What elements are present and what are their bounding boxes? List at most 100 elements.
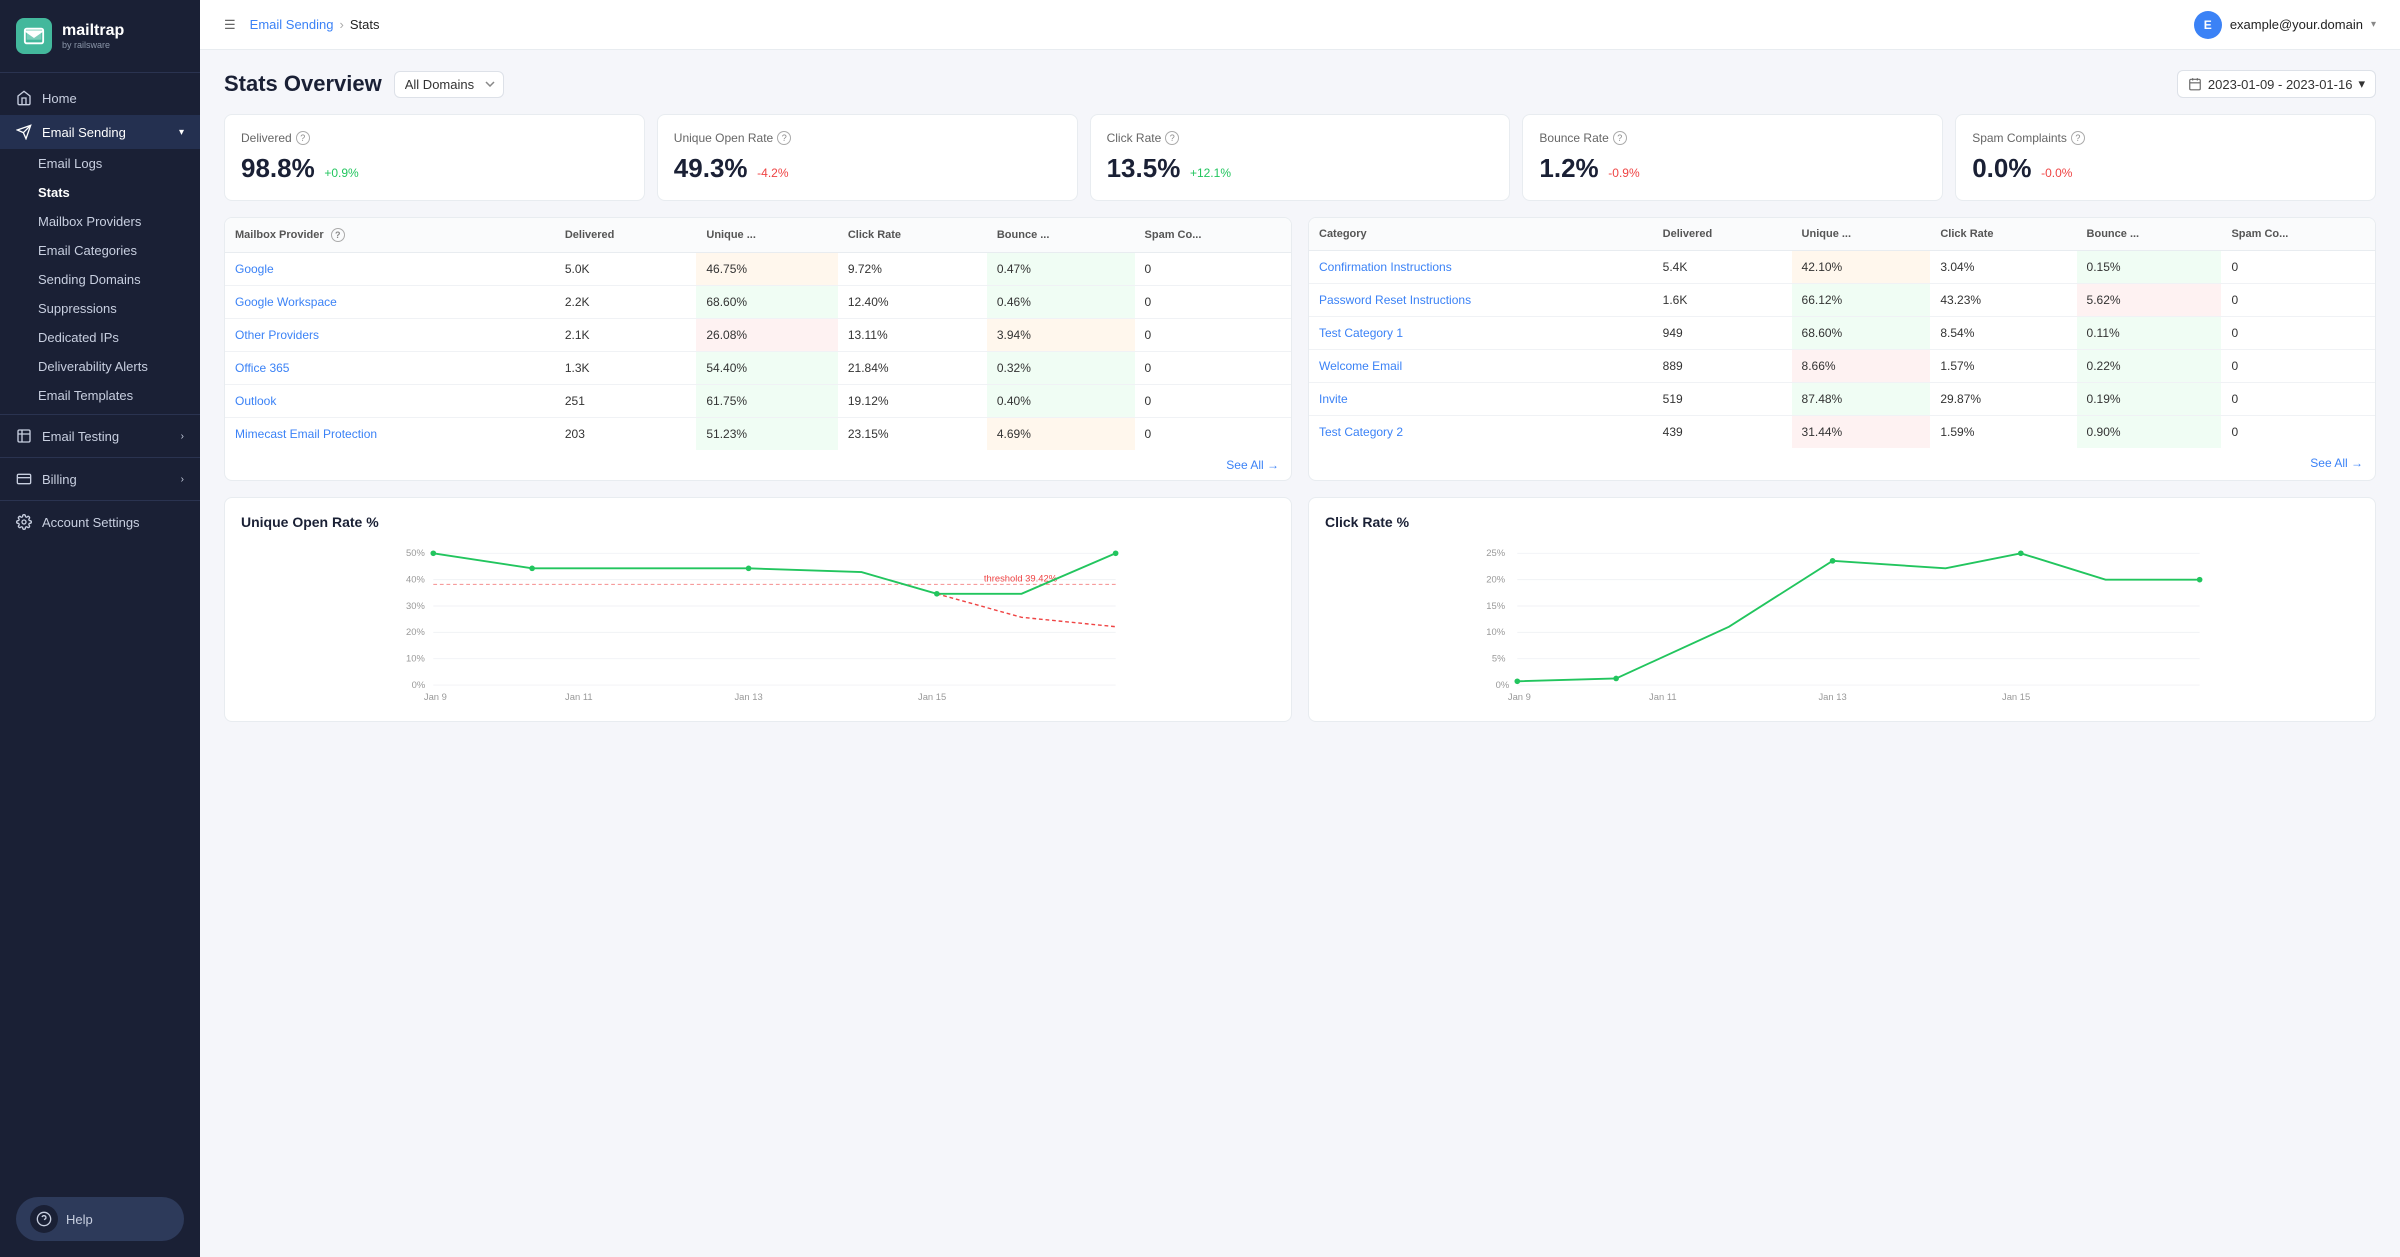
mailbox-unique-cell: 26.08% (696, 319, 837, 352)
table-row: Google Workspace 2.2K 68.60% 12.40% 0.46… (225, 286, 1291, 319)
mailbox-click-cell: 12.40% (838, 286, 987, 319)
cat-bounce-cell: 0.22% (2077, 350, 2222, 383)
hamburger-icon[interactable]: ☰ (224, 17, 236, 33)
click-rate-chart-title: Click Rate % (1325, 514, 2359, 530)
table-row: Test Category 1 949 68.60% 8.54% 0.11% 0 (1309, 317, 2375, 350)
mailbox-unique-cell: 54.40% (696, 352, 837, 385)
sidebar-sub-email-logs[interactable]: Email Logs (0, 149, 200, 178)
chart-dot (1613, 676, 1619, 682)
topbar: ☰ Email Sending › Stats E example@your.d… (200, 0, 2400, 50)
mailbox-provider-table-card: Mailbox Provider ? Delivered Unique ... … (224, 217, 1292, 481)
info-icon-open-rate[interactable]: ? (777, 131, 791, 145)
svg-text:10%: 10% (406, 653, 425, 664)
info-icon-bounce-rate[interactable]: ? (1613, 131, 1627, 145)
mailbox-delivered-cell: 1.3K (555, 352, 697, 385)
cat-name-cell[interactable]: Invite (1309, 383, 1653, 416)
see-all-category-link[interactable]: See All → (2310, 456, 2363, 470)
mailbox-name-cell[interactable]: Outlook (225, 385, 555, 418)
open-rate-chart-card: Unique Open Rate % 50% 40% 30% 20% 10% 0… (224, 497, 1292, 722)
sidebar-item-email-sending-label: Email Sending (42, 125, 126, 140)
sidebar-item-account-settings-label: Account Settings (42, 515, 140, 530)
col-mailbox-delivered: Delivered (555, 218, 697, 253)
mailbox-name-cell[interactable]: Other Providers (225, 319, 555, 352)
cat-name-cell[interactable]: Confirmation Instructions (1309, 251, 1653, 284)
chart-dot (1830, 558, 1836, 564)
card-bounce-rate-delta: -0.9% (1608, 166, 1639, 180)
mailbox-unique-cell: 68.60% (696, 286, 837, 319)
cat-delivered-cell: 889 (1653, 350, 1792, 383)
nav-divider-3 (0, 500, 200, 501)
mailbox-click-cell: 19.12% (838, 385, 987, 418)
card-bounce-rate-value: 1.2% (1539, 153, 1598, 183)
cat-name-cell[interactable]: Password Reset Instructions (1309, 284, 1653, 317)
cat-name-cell[interactable]: Test Category 1 (1309, 317, 1653, 350)
cat-spam-cell: 0 (2221, 416, 2375, 449)
table-row: Test Category 2 439 31.44% 1.59% 0.90% 0 (1309, 416, 2375, 449)
sidebar-sub-suppressions[interactable]: Suppressions (0, 294, 200, 323)
sidebar-sub-email-templates[interactable]: Email Templates (0, 381, 200, 410)
col-mailbox-provider: Mailbox Provider ? (225, 218, 555, 253)
see-all-mailbox-link[interactable]: See All → (1226, 458, 1279, 472)
mailbox-bounce-cell: 0.40% (987, 385, 1135, 418)
card-spam-label: Spam Complaints (1972, 131, 2067, 145)
mailbox-click-cell: 13.11% (838, 319, 987, 352)
sidebar-item-home-label: Home (42, 91, 77, 106)
col-cat-bounce: Bounce ... (2077, 218, 2222, 251)
svg-text:30%: 30% (406, 600, 425, 611)
sidebar-sub-mailbox-providers[interactable]: Mailbox Providers (0, 207, 200, 236)
table-row: Outlook 251 61.75% 19.12% 0.40% 0 (225, 385, 1291, 418)
cat-bounce-cell: 5.62% (2077, 284, 2222, 317)
col-mailbox-spam: Spam Co... (1135, 218, 1291, 253)
sidebar-item-home[interactable]: Home (0, 81, 200, 115)
mailbox-click-cell: 23.15% (838, 418, 987, 451)
sidebar-item-email-sending[interactable]: Email Sending ▾ (0, 115, 200, 149)
col-cat-delivered: Delivered (1653, 218, 1792, 251)
chevron-down-icon: ▾ (2371, 19, 2376, 30)
info-icon-click-rate[interactable]: ? (1165, 131, 1179, 145)
card-open-rate-delta: -4.2% (757, 166, 788, 180)
mailbox-click-cell: 21.84% (838, 352, 987, 385)
info-icon-spam[interactable]: ? (2071, 131, 2085, 145)
cat-bounce-cell: 0.19% (2077, 383, 2222, 416)
svg-text:15%: 15% (1486, 600, 1505, 611)
sidebar-sub-stats[interactable]: Stats (0, 178, 200, 207)
charts-row: Unique Open Rate % 50% 40% 30% 20% 10% 0… (224, 497, 2376, 722)
summary-card-click-rate: Click Rate ? 13.5% +12.1% (1090, 114, 1511, 201)
mailbox-name-cell[interactable]: Google Workspace (225, 286, 555, 319)
card-click-rate-label: Click Rate (1107, 131, 1162, 145)
breadcrumb: Email Sending › Stats (250, 17, 380, 32)
mailbox-name-cell[interactable]: Office 365 (225, 352, 555, 385)
category-table: Category Delivered Unique ... Click Rate… (1309, 218, 2375, 448)
help-button[interactable]: Help (16, 1197, 184, 1241)
breadcrumb-parent[interactable]: Email Sending (250, 17, 334, 32)
avatar: E (2194, 11, 2222, 39)
info-icon-mailbox[interactable]: ? (331, 228, 345, 242)
sidebar-sub-deliverability-alerts[interactable]: Deliverability Alerts (0, 352, 200, 381)
svg-text:20%: 20% (406, 626, 425, 637)
card-open-rate-label: Unique Open Rate (674, 131, 773, 145)
cat-name-cell[interactable]: Welcome Email (1309, 350, 1653, 383)
cat-unique-cell: 42.10% (1792, 251, 1931, 284)
mailbox-bounce-cell: 0.32% (987, 352, 1135, 385)
category-table-card: Category Delivered Unique ... Click Rate… (1308, 217, 2376, 481)
see-all-category-row: See All → (1309, 448, 2375, 478)
summary-card-spam: Spam Complaints ? 0.0% -0.0% (1955, 114, 2376, 201)
summary-card-open-rate: Unique Open Rate ? 49.3% -4.2% (657, 114, 1078, 201)
user-area[interactable]: E example@your.domain ▾ (2194, 11, 2376, 39)
sidebar-sub-email-categories[interactable]: Email Categories (0, 236, 200, 265)
cat-spam-cell: 0 (2221, 251, 2375, 284)
sidebar-sub-dedicated-ips[interactable]: Dedicated IPs (0, 323, 200, 352)
mailbox-name-cell[interactable]: Mimecast Email Protection (225, 418, 555, 451)
svg-text:Jan 9: Jan 9 (1508, 691, 1531, 702)
sidebar-item-billing[interactable]: Billing › (0, 462, 200, 496)
domain-select[interactable]: All Domains Domain 1 Domain 2 (394, 71, 504, 98)
table-row: Invite 519 87.48% 29.87% 0.19% 0 (1309, 383, 2375, 416)
date-range-picker[interactable]: 2023-01-09 - 2023-01-16 ▾ (2177, 70, 2376, 98)
mailbox-name-cell[interactable]: Google (225, 253, 555, 286)
sidebar-item-account-settings[interactable]: Account Settings (0, 505, 200, 539)
sidebar-sub-sending-domains[interactable]: Sending Domains (0, 265, 200, 294)
table-row: Office 365 1.3K 54.40% 21.84% 0.32% 0 (225, 352, 1291, 385)
cat-name-cell[interactable]: Test Category 2 (1309, 416, 1653, 449)
info-icon-delivered[interactable]: ? (296, 131, 310, 145)
sidebar-item-email-testing[interactable]: Email Testing › (0, 419, 200, 453)
